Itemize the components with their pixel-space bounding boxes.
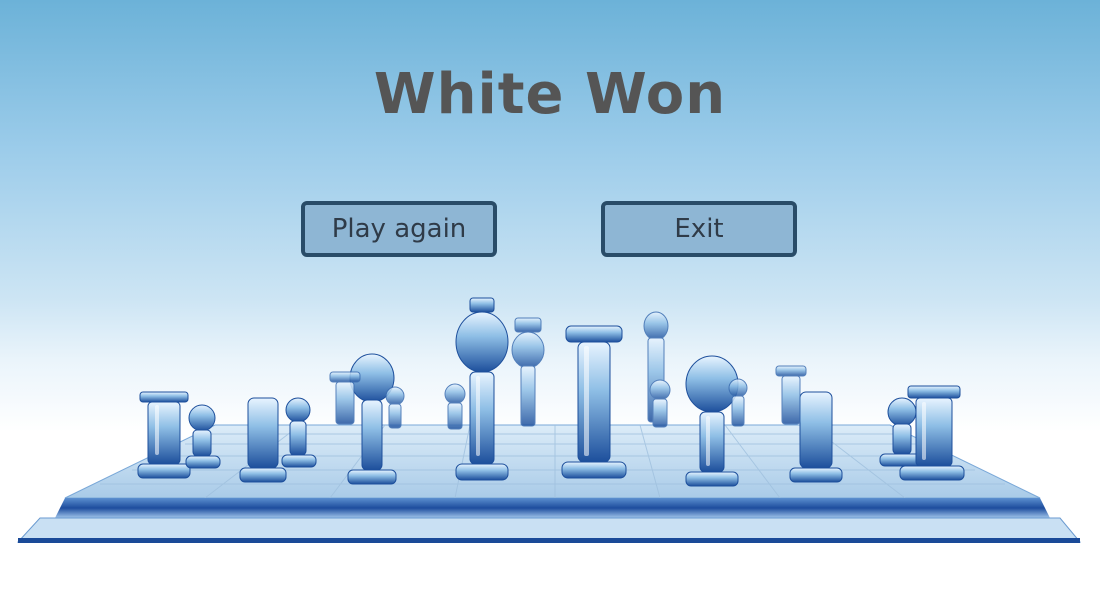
game-over-screen: White Won Play again Exit xyxy=(0,0,1100,600)
exit-button[interactable]: Exit xyxy=(601,201,797,257)
chessboard-illustration xyxy=(16,297,1082,543)
result-title: White Won xyxy=(373,62,727,127)
play-again-button[interactable]: Play again xyxy=(301,201,497,257)
chess-board-image xyxy=(0,280,1100,570)
